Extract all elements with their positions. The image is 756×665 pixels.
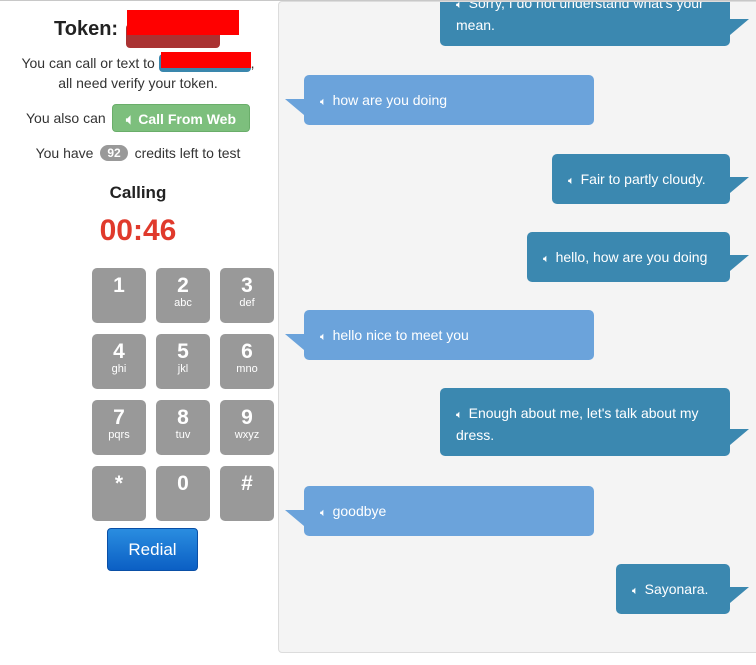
user-message-bubble[interactable]: 🔈︎ goodbye — [285, 486, 594, 536]
key-digit: 5 — [177, 340, 189, 363]
message-text: Fair to partly cloudy. — [580, 171, 706, 187]
also-text: You also can — [26, 110, 106, 126]
key-6[interactable]: 6 mno — [220, 334, 274, 389]
dialer-panel: Token: You can call or text to , all nee… — [0, 0, 276, 665]
bubble-tail — [285, 510, 304, 526]
key-letters: jkl — [177, 363, 189, 375]
token-label: Token: — [54, 18, 119, 40]
speaker-icon[interactable]: 🔈︎ — [632, 581, 639, 601]
credits-row: You have 92 credits left to test — [0, 145, 276, 161]
message-text: hello nice to meet you — [332, 327, 469, 343]
message-text: hello, how are you doing — [555, 249, 708, 265]
call-from-web-label: Call From Web — [138, 111, 237, 127]
key-digit: 8 — [177, 406, 189, 429]
bubble-tail — [730, 177, 749, 193]
speaker-icon[interactable]: 🔈︎ — [320, 92, 327, 112]
verify-text: all need verify your token. — [58, 75, 218, 91]
speaker-icon[interactable]: 🔈︎ — [456, 2, 463, 15]
conversation-panel[interactable]: 🔈︎ Sorry, I do not understand what's your… — [278, 1, 756, 653]
key-3[interactable]: 3 def — [220, 268, 274, 323]
bubble-tail — [730, 429, 749, 445]
bot-message-bubble[interactable]: 🔈︎ Fair to partly cloudy. — [552, 154, 749, 204]
credits-suffix: credits left to test — [134, 145, 241, 161]
message-text: goodbye — [332, 503, 387, 519]
key-1[interactable]: 1 — [92, 268, 146, 323]
speaker-icon[interactable]: 🔈︎ — [320, 503, 327, 523]
phone-redaction — [161, 52, 251, 68]
bot-message-bubble[interactable]: 🔈︎ Sorry, I do not understand what's your… — [440, 1, 749, 46]
call-suffix: , — [250, 55, 255, 71]
key-digit: 9 — [241, 406, 253, 429]
key-star[interactable]: * — [92, 466, 146, 521]
key-digit: 2 — [177, 274, 189, 297]
token-redaction — [127, 10, 239, 35]
speaker-icon[interactable]: 🔈︎ — [456, 405, 463, 425]
key-7[interactable]: 7 pqrs — [92, 400, 146, 455]
speaker-icon[interactable]: 🔈︎ — [543, 249, 550, 269]
call-timer: 00:46 — [99, 214, 177, 247]
message-text: how are you doing — [332, 92, 448, 108]
bubble-tail — [730, 19, 749, 35]
key-digit: 6 — [241, 340, 253, 363]
key-letters: wxyz — [234, 429, 260, 441]
bubble-tail — [285, 334, 304, 350]
bot-message-bubble[interactable]: 🔈︎ hello, how are you doing — [527, 232, 749, 282]
key-letters: tuv — [175, 429, 191, 441]
key-digit: 1 — [113, 274, 125, 297]
message-text: Sayonara. — [644, 581, 709, 597]
key-digit: 3 — [241, 274, 253, 297]
speaker-icon[interactable]: 🔈︎ — [320, 327, 327, 347]
speaker-icon[interactable]: 🔈︎ — [568, 171, 575, 191]
key-letters: ghi — [111, 363, 127, 375]
bubble-tail — [285, 99, 304, 115]
credits-prefix: You have — [35, 145, 94, 161]
message-text: Sorry, I do not understand what's your m… — [456, 1, 704, 33]
bot-message-bubble[interactable]: 🔈︎ Enough about me, let's talk about my d… — [440, 388, 749, 456]
key-8[interactable]: 8 tuv — [156, 400, 210, 455]
key-digit: 4 — [113, 340, 125, 363]
key-4[interactable]: 4 ghi — [92, 334, 146, 389]
call-status: Calling — [109, 183, 167, 202]
key-digit: 7 — [113, 406, 125, 429]
keypad: 1 2 abc 3 def 4 ghi 5 jkl 6 mno 7 pqrs 8 tuv 9 wxyz * 0 # — [92, 268, 274, 522]
key-hash[interactable]: # — [220, 466, 274, 521]
call-from-web-button[interactable]: 🔈︎ Call From Web — [112, 104, 250, 132]
key-letters: mno — [236, 363, 258, 375]
key-digit: * — [114, 472, 124, 495]
redial-button[interactable]: Redial — [107, 528, 198, 571]
user-message-bubble[interactable]: 🔈︎ how are you doing — [285, 75, 594, 125]
bot-message-bubble[interactable]: 🔈︎ Sayonara. — [616, 564, 749, 614]
key-9[interactable]: 9 wxyz — [220, 400, 274, 455]
call-prefix: You can call or text to — [21, 55, 155, 71]
key-letters: abc — [174, 297, 192, 309]
speaker-icon: 🔈︎ — [125, 111, 135, 127]
key-letters: pqrs — [108, 429, 130, 441]
key-digit: # — [241, 472, 253, 495]
key-0[interactable]: 0 — [156, 466, 210, 521]
key-2[interactable]: 2 abc — [156, 268, 210, 323]
bubble-tail — [730, 587, 749, 603]
key-digit: 0 — [177, 472, 189, 495]
credits-badge: 92 — [100, 145, 128, 161]
key-letters: def — [239, 297, 255, 309]
key-5[interactable]: 5 jkl — [156, 334, 210, 389]
user-message-bubble[interactable]: 🔈︎ hello nice to meet you — [285, 310, 594, 360]
message-text: Enough about me, let's talk about my dre… — [456, 405, 699, 443]
bubble-tail — [730, 255, 749, 271]
